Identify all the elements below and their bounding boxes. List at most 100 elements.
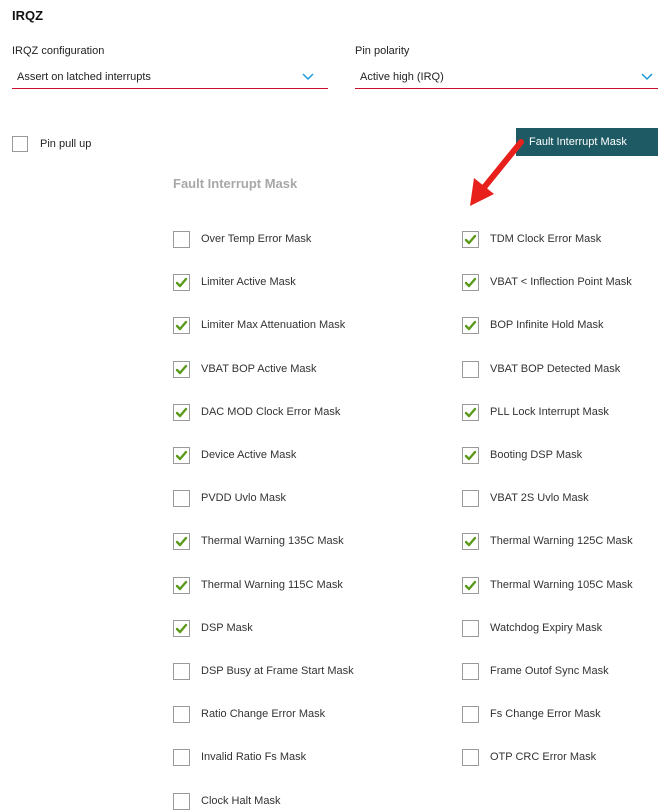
mask-item[interactable]: Thermal Warning 115C Mask [173, 575, 413, 595]
mask-label: PVDD Uvlo Mask [201, 492, 286, 504]
mask-item[interactable]: TDM Clock Error Mask [462, 229, 658, 249]
section-title: IRQZ [12, 8, 44, 23]
mask-item[interactable]: Thermal Warning 105C Mask [462, 575, 658, 595]
irqz-config-label: IRQZ configuration [12, 45, 105, 57]
pin-polarity-label: Pin polarity [355, 45, 410, 57]
checkmark-icon [175, 450, 188, 461]
mask-label: Booting DSP Mask [490, 449, 583, 461]
mask-item[interactable]: Device Active Mask [173, 445, 413, 465]
checkmark-icon [464, 277, 477, 288]
mask-item[interactable]: Thermal Warning 125C Mask [462, 531, 658, 551]
mask-label: Ratio Change Error Mask [201, 708, 326, 720]
mask-label: Watchdog Expiry Mask [490, 622, 603, 634]
pin-pull-up-label: Pin pull up [40, 138, 92, 150]
mask-label: DSP Mask [201, 622, 253, 634]
mask-checkbox[interactable] [462, 749, 479, 766]
mask-label: BOP Infinite Hold Mask [490, 319, 604, 331]
checkmark-icon [175, 407, 188, 418]
mask-item[interactable]: Limiter Active Mask [173, 272, 413, 292]
mask-item[interactable]: Invalid Ratio Fs Mask [173, 747, 413, 767]
mask-checkbox[interactable] [462, 274, 479, 291]
chevron-down-icon [641, 72, 653, 81]
pin-pull-up-checkbox[interactable] [12, 136, 28, 152]
mask-item[interactable]: Fs Change Error Mask [462, 704, 658, 724]
mask-item[interactable]: Thermal Warning 135C Mask [173, 531, 413, 551]
mask-label: Thermal Warning 115C Mask [201, 579, 343, 591]
mask-item[interactable]: OTP CRC Error Mask [462, 747, 658, 767]
mask-item[interactable]: Booting DSP Mask [462, 445, 658, 465]
mask-checkbox[interactable] [462, 317, 479, 334]
mask-label: Thermal Warning 135C Mask [201, 535, 344, 547]
mask-label: VBAT < Inflection Point Mask [490, 276, 632, 288]
mask-label: Fs Change Error Mask [490, 708, 601, 720]
mask-label: DAC MOD Clock Error Mask [201, 406, 341, 418]
mask-label: Frame Outof Sync Mask [490, 665, 609, 677]
checkmark-icon [464, 450, 477, 461]
mask-item[interactable]: PLL Lock Interrupt Mask [462, 402, 658, 422]
mask-label: VBAT BOP Detected Mask [490, 363, 621, 375]
mask-checkbox[interactable] [173, 793, 190, 810]
mask-checkbox[interactable] [173, 749, 190, 766]
checkmark-icon [464, 234, 477, 245]
mask-item[interactable]: VBAT BOP Active Mask [173, 359, 413, 379]
mask-checkbox[interactable] [173, 663, 190, 680]
mask-item[interactable]: VBAT 2S Uvlo Mask [462, 488, 658, 508]
mask-checkbox[interactable] [462, 706, 479, 723]
panel-title: Fault Interrupt Mask [173, 176, 298, 191]
mask-checkbox[interactable] [462, 577, 479, 594]
checkmark-icon [175, 580, 188, 591]
mask-checkbox[interactable] [173, 361, 190, 378]
fault-interrupt-mask-button[interactable]: Fault Interrupt Mask [516, 128, 658, 156]
mask-checkbox[interactable] [173, 490, 190, 507]
mask-checkbox[interactable] [462, 404, 479, 421]
pin-polarity-select[interactable]: Active high (IRQ) [355, 66, 658, 89]
mask-item[interactable]: PVDD Uvlo Mask [173, 488, 413, 508]
mask-checkbox[interactable] [173, 620, 190, 637]
mask-label: TDM Clock Error Mask [490, 233, 602, 245]
mask-label: Limiter Active Mask [201, 276, 296, 288]
mask-item[interactable]: DAC MOD Clock Error Mask [173, 402, 413, 422]
mask-item[interactable]: Watchdog Expiry Mask [462, 618, 658, 638]
mask-item[interactable]: VBAT BOP Detected Mask [462, 359, 658, 379]
irqz-config-value: Assert on latched interrupts [17, 71, 151, 83]
mask-checkbox[interactable] [173, 577, 190, 594]
mask-checkbox[interactable] [462, 490, 479, 507]
checkmark-icon [464, 320, 477, 331]
mask-checkbox[interactable] [462, 447, 479, 464]
mask-checkbox[interactable] [173, 533, 190, 550]
mask-label: Thermal Warning 125C Mask [490, 535, 633, 547]
mask-item[interactable]: Limiter Max Attenuation Mask [173, 315, 413, 335]
mask-item[interactable]: DSP Mask [173, 618, 413, 638]
checkmark-icon [175, 536, 188, 547]
mask-item[interactable]: Over Temp Error Mask [173, 229, 413, 249]
mask-label: Invalid Ratio Fs Mask [201, 751, 307, 763]
mask-label: Clock Halt Mask [201, 795, 281, 807]
checkmark-icon [175, 364, 188, 375]
mask-checkbox[interactable] [173, 706, 190, 723]
mask-label: VBAT 2S Uvlo Mask [490, 492, 589, 504]
mask-checkbox[interactable] [173, 404, 190, 421]
mask-checkbox[interactable] [173, 231, 190, 248]
pin-polarity-value: Active high (IRQ) [360, 71, 444, 83]
irqz-config-select[interactable]: Assert on latched interrupts [12, 66, 328, 89]
checkmark-icon [464, 407, 477, 418]
mask-checkbox[interactable] [462, 663, 479, 680]
mask-checkbox[interactable] [173, 317, 190, 334]
checkmark-icon [175, 277, 188, 288]
mask-checkbox[interactable] [462, 231, 479, 248]
mask-item[interactable]: VBAT < Inflection Point Mask [462, 272, 658, 292]
mask-label: PLL Lock Interrupt Mask [490, 406, 609, 418]
checkmark-icon [175, 623, 188, 634]
mask-checkbox[interactable] [462, 533, 479, 550]
mask-checkbox[interactable] [462, 620, 479, 637]
mask-item[interactable]: BOP Infinite Hold Mask [462, 315, 658, 335]
checkmark-icon [464, 580, 477, 591]
mask-item[interactable]: Clock Halt Mask [173, 791, 413, 811]
mask-checkbox[interactable] [173, 274, 190, 291]
mask-label: Thermal Warning 105C Mask [490, 579, 633, 591]
mask-item[interactable]: DSP Busy at Frame Start Mask [173, 661, 413, 681]
mask-checkbox[interactable] [173, 447, 190, 464]
mask-item[interactable]: Frame Outof Sync Mask [462, 661, 658, 681]
mask-checkbox[interactable] [462, 361, 479, 378]
mask-item[interactable]: Ratio Change Error Mask [173, 704, 413, 724]
